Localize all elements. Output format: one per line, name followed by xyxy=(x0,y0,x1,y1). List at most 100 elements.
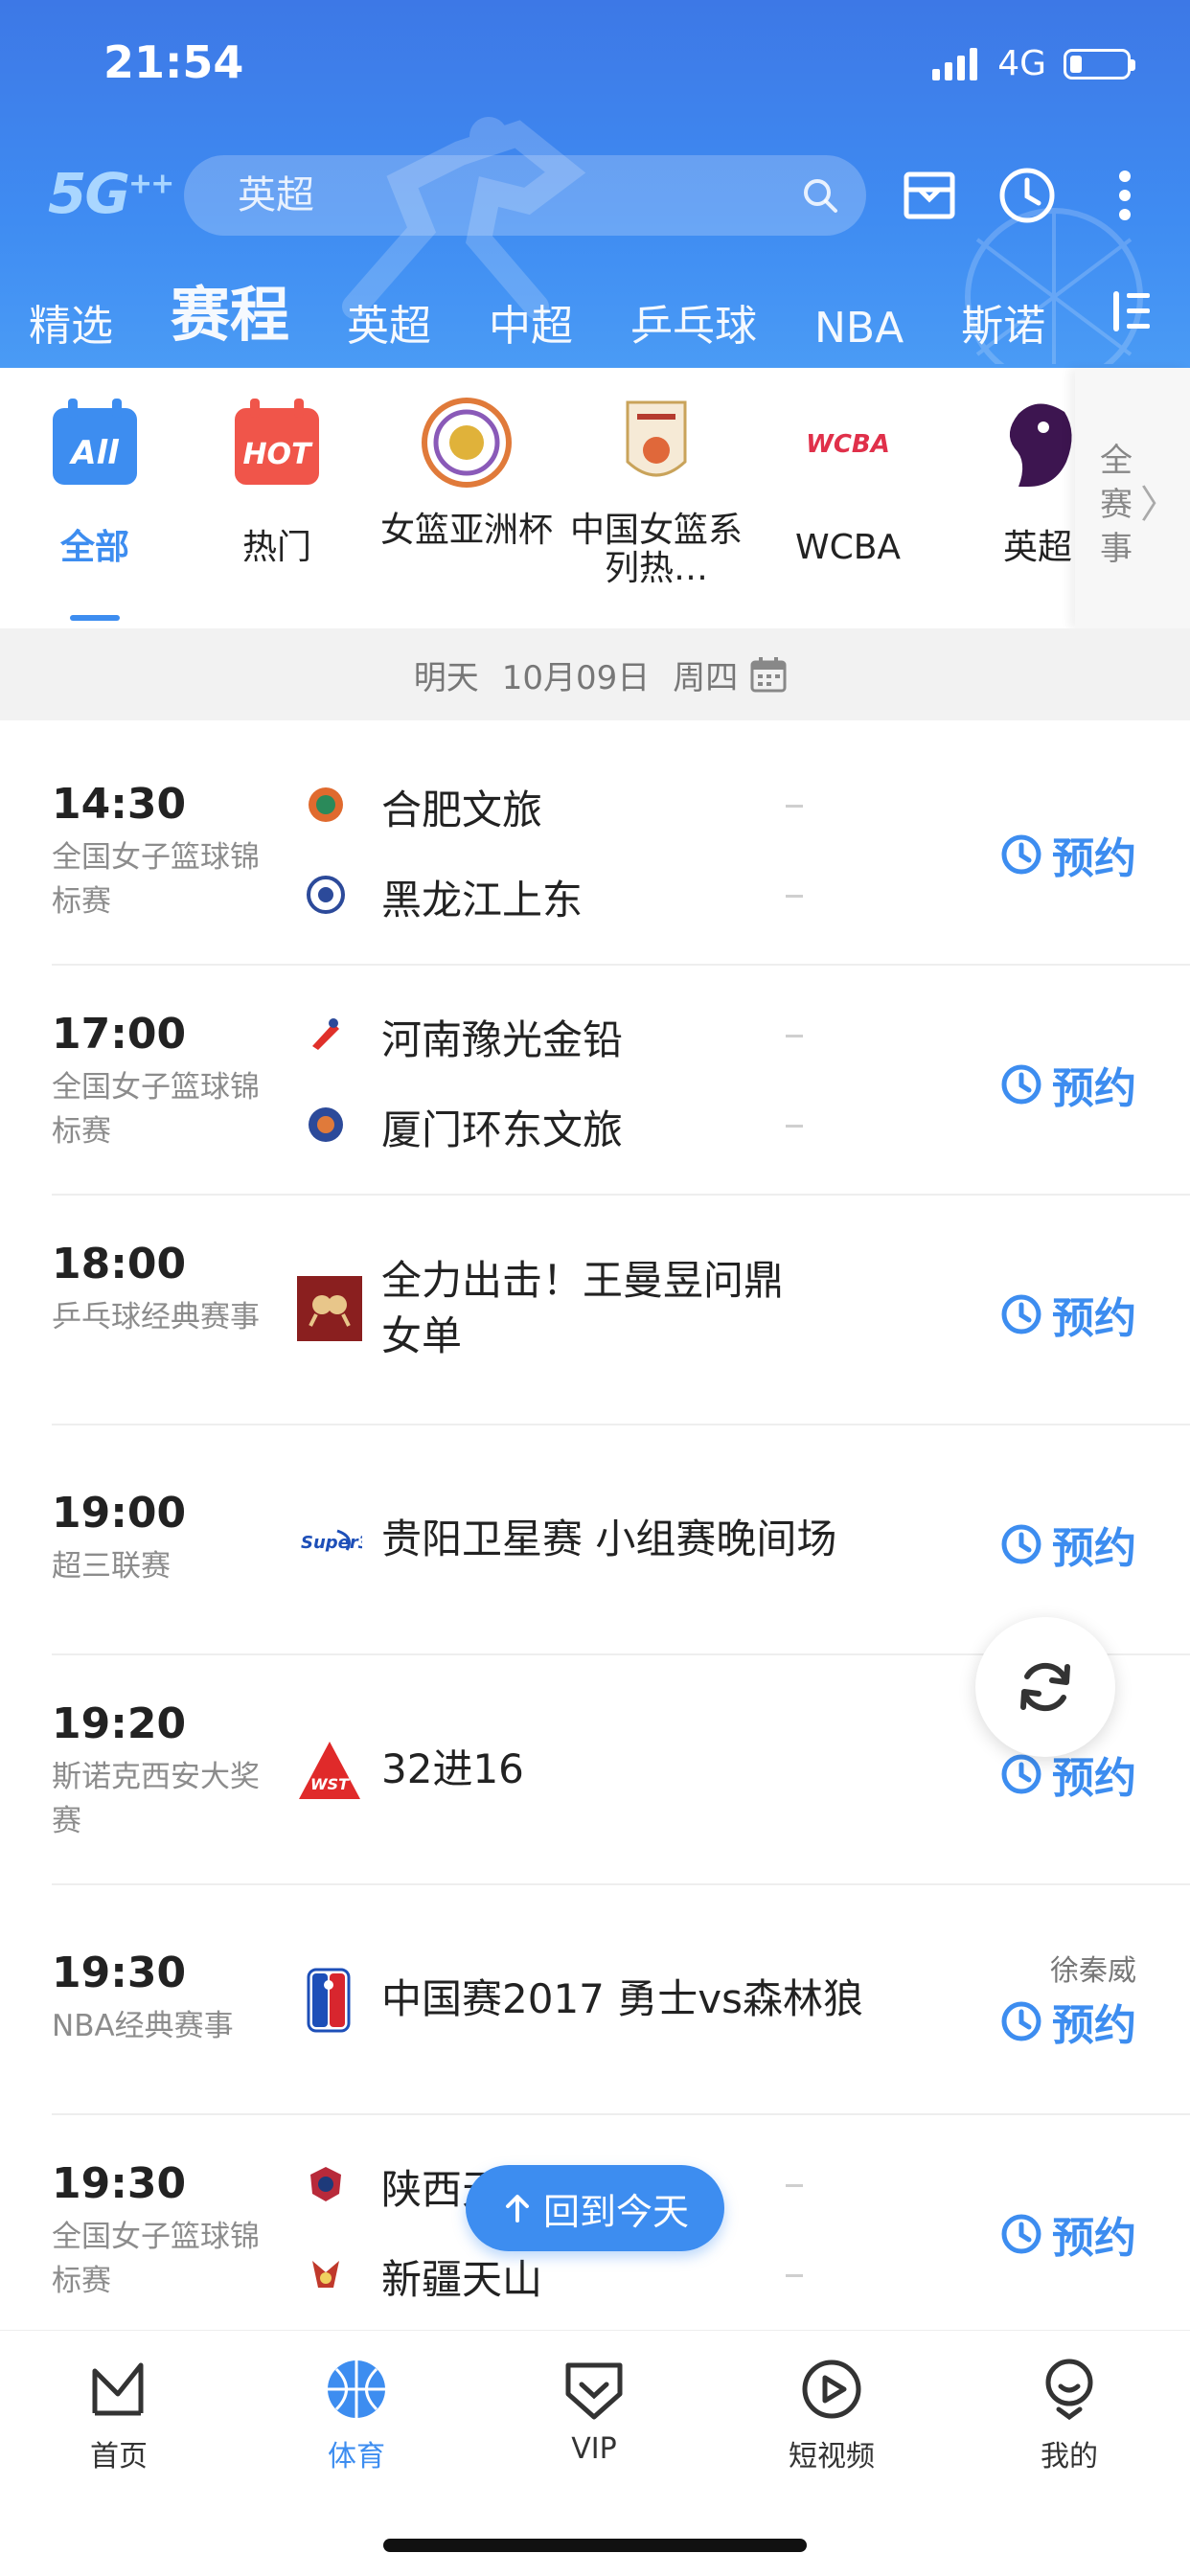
match-time: 19:30 xyxy=(52,2159,187,2208)
status-time: 21:54 xyxy=(103,36,244,88)
reserve-button[interactable]: 预约 xyxy=(1000,2203,1136,2265)
clock-icon xyxy=(1001,2001,1041,2041)
category-wcba[interactable]: WCBA WCBA xyxy=(753,368,943,628)
match-row[interactable]: 19:30 NBA经典赛事 中国赛2017 勇士vs森林狼 徐秦威 预约 xyxy=(0,1885,1190,2115)
date-bar[interactable]: 明天 10月09日 周四 xyxy=(0,628,1190,720)
match-row[interactable]: 18:00 乒乓球经典赛事 全力出击！王曼昱问鼎女单 预约 xyxy=(0,1196,1190,1425)
clock-icon xyxy=(1001,1294,1041,1334)
match-league: 全国女子篮球锦标赛 xyxy=(52,2220,260,2298)
message-icon[interactable] xyxy=(899,165,960,226)
tab-nba[interactable]: NBA xyxy=(814,304,904,353)
chevron-right-icon: 〉 xyxy=(1140,483,1179,527)
wst-logo-icon: WST xyxy=(299,1742,360,1799)
home-indicator[interactable] xyxy=(383,2539,807,2552)
calendar-icon[interactable] xyxy=(749,655,788,694)
more-menu-icon[interactable] xyxy=(1094,165,1156,226)
refresh-button[interactable] xyxy=(975,1617,1115,1757)
category-asia-cup[interactable]: 女篮亚洲杯 xyxy=(372,368,561,628)
reserve-button[interactable]: 预约 xyxy=(1000,1054,1136,1115)
clock-icon xyxy=(1001,1064,1041,1105)
home-score xyxy=(786,1035,803,1037)
category-label: WCBA xyxy=(794,528,902,567)
network-label: 4G xyxy=(997,44,1046,83)
battery-icon xyxy=(1064,48,1135,80)
category-all[interactable]: All 全部 xyxy=(0,368,190,628)
match-title: 全力出击！王曼昱问鼎女单 xyxy=(381,1257,785,1359)
match-league: 斯诺克西安大奖赛 xyxy=(52,1760,260,1838)
wcba-icon: WCBA xyxy=(806,430,890,459)
clock-icon xyxy=(1001,1754,1041,1794)
away-team: 黑龙江上东 xyxy=(381,877,584,923)
svg-text:WST: WST xyxy=(310,1775,350,1793)
nba-logo-icon xyxy=(307,1968,351,2033)
all-competitions-label: 全赛事 xyxy=(1100,442,1133,568)
category-hot[interactable]: HOT 热门 xyxy=(182,368,372,628)
nav-short-video[interactable]: 短视频 xyxy=(736,2356,927,2474)
status-indicators: 4G xyxy=(932,44,1135,83)
clock-icon xyxy=(1001,834,1041,875)
back-to-today-button[interactable]: 回到今天 xyxy=(466,2165,724,2251)
reserve-button[interactable]: 预约 xyxy=(1000,1991,1136,2052)
team-logo-icon xyxy=(309,787,343,822)
tab-featured[interactable]: 精选 xyxy=(29,291,113,353)
away-score xyxy=(786,2274,803,2277)
match-league: 乒乓球经典赛事 xyxy=(52,1300,260,1334)
match-row[interactable]: 14:30 全国女子篮球锦标赛 合肥文旅 黑龙江上东 预约 xyxy=(0,736,1190,966)
match-row[interactable]: 19:00 超三联赛 Super3 贵阳卫星赛 小组赛晚间场 预约 xyxy=(0,1425,1190,1655)
match-league: NBA经典赛事 xyxy=(52,2009,234,2043)
category-label: 中国女篮系列热… xyxy=(569,511,743,588)
reserve-button[interactable]: 预约 xyxy=(1000,824,1136,885)
nav-home[interactable]: 首页 xyxy=(23,2356,215,2474)
team-logo-icon xyxy=(312,2261,339,2288)
search-icon[interactable] xyxy=(801,176,839,215)
tab-schedule[interactable]: 赛程 xyxy=(171,272,289,353)
nav-profile[interactable]: 我的 xyxy=(973,2356,1165,2474)
arrow-up-icon xyxy=(505,2195,529,2223)
home-team: 合肥文旅 xyxy=(381,786,543,833)
tab-premier-league[interactable]: 英超 xyxy=(347,291,431,353)
category-bar: All 全部 HOT 热门 女篮亚洲杯 中国女篮系列热… WCBA WCBA 英… xyxy=(0,368,1190,628)
date-value: 10月09日 xyxy=(501,658,651,697)
tab-snooker[interactable]: 斯诺 xyxy=(961,291,1045,353)
vip-icon xyxy=(565,2362,623,2420)
all-competitions-button[interactable]: 全赛事 〉 xyxy=(1075,368,1190,628)
away-score xyxy=(786,1125,803,1128)
svg-text:WCBA: WCBA xyxy=(806,430,890,459)
nav-sports[interactable]: 体育 xyxy=(261,2356,452,2474)
table-tennis-logo-icon xyxy=(297,1276,362,1341)
match-title: 32进16 xyxy=(381,1745,524,1792)
team-logo-icon xyxy=(310,2167,341,2201)
match-row[interactable]: 17:00 全国女子篮球锦标赛 河南豫光金铅 厦门环东文旅 预约 xyxy=(0,966,1190,1196)
team-logo-icon xyxy=(312,1018,339,1050)
sports-icon xyxy=(328,2360,385,2418)
match-time: 14:30 xyxy=(52,780,187,829)
match-league: 超三联赛 xyxy=(52,1549,171,1584)
active-underline xyxy=(70,615,120,621)
tab-list-icon[interactable] xyxy=(1113,287,1152,335)
svg-text:HOT: HOT xyxy=(242,438,313,471)
category-label: 全部 xyxy=(59,528,129,567)
tab-csl[interactable]: 中超 xyxy=(489,291,573,353)
category-team-china[interactable]: 中国女篮系列热… xyxy=(561,368,751,628)
search-input[interactable] xyxy=(236,172,801,218)
team-logo-icon xyxy=(309,1107,343,1142)
away-team: 新疆天山 xyxy=(381,2256,543,2303)
match-title: 中国赛2017 勇士vs森林狼 xyxy=(381,1975,863,2022)
svg-text:All: All xyxy=(68,434,120,472)
reserve-button[interactable]: 预约 xyxy=(1000,1514,1136,1575)
clock-icon xyxy=(1001,1524,1041,1564)
match-time: 18:00 xyxy=(52,1240,187,1288)
app-header: 21:54 4G 5G++ 精选 赛程 英超 中超 乒乓球 NBA xyxy=(0,0,1190,368)
svg-text:Super3: Super3 xyxy=(301,1533,362,1553)
match-time: 19:00 xyxy=(52,1489,187,1538)
nav-vip[interactable]: VIP xyxy=(498,2356,690,2466)
home-team: 河南豫光金铅 xyxy=(381,1016,624,1063)
commentator-name: 徐秦威 xyxy=(1050,1954,1136,1988)
search-bar[interactable] xyxy=(184,155,866,236)
tab-table-tennis[interactable]: 乒乓球 xyxy=(630,291,757,353)
short-video-icon xyxy=(802,2359,861,2419)
history-icon[interactable] xyxy=(996,165,1058,226)
super3-logo-icon: Super3 xyxy=(301,1529,362,1553)
reserve-button[interactable]: 预约 xyxy=(1000,1284,1136,1345)
category-label: 热门 xyxy=(241,528,311,567)
